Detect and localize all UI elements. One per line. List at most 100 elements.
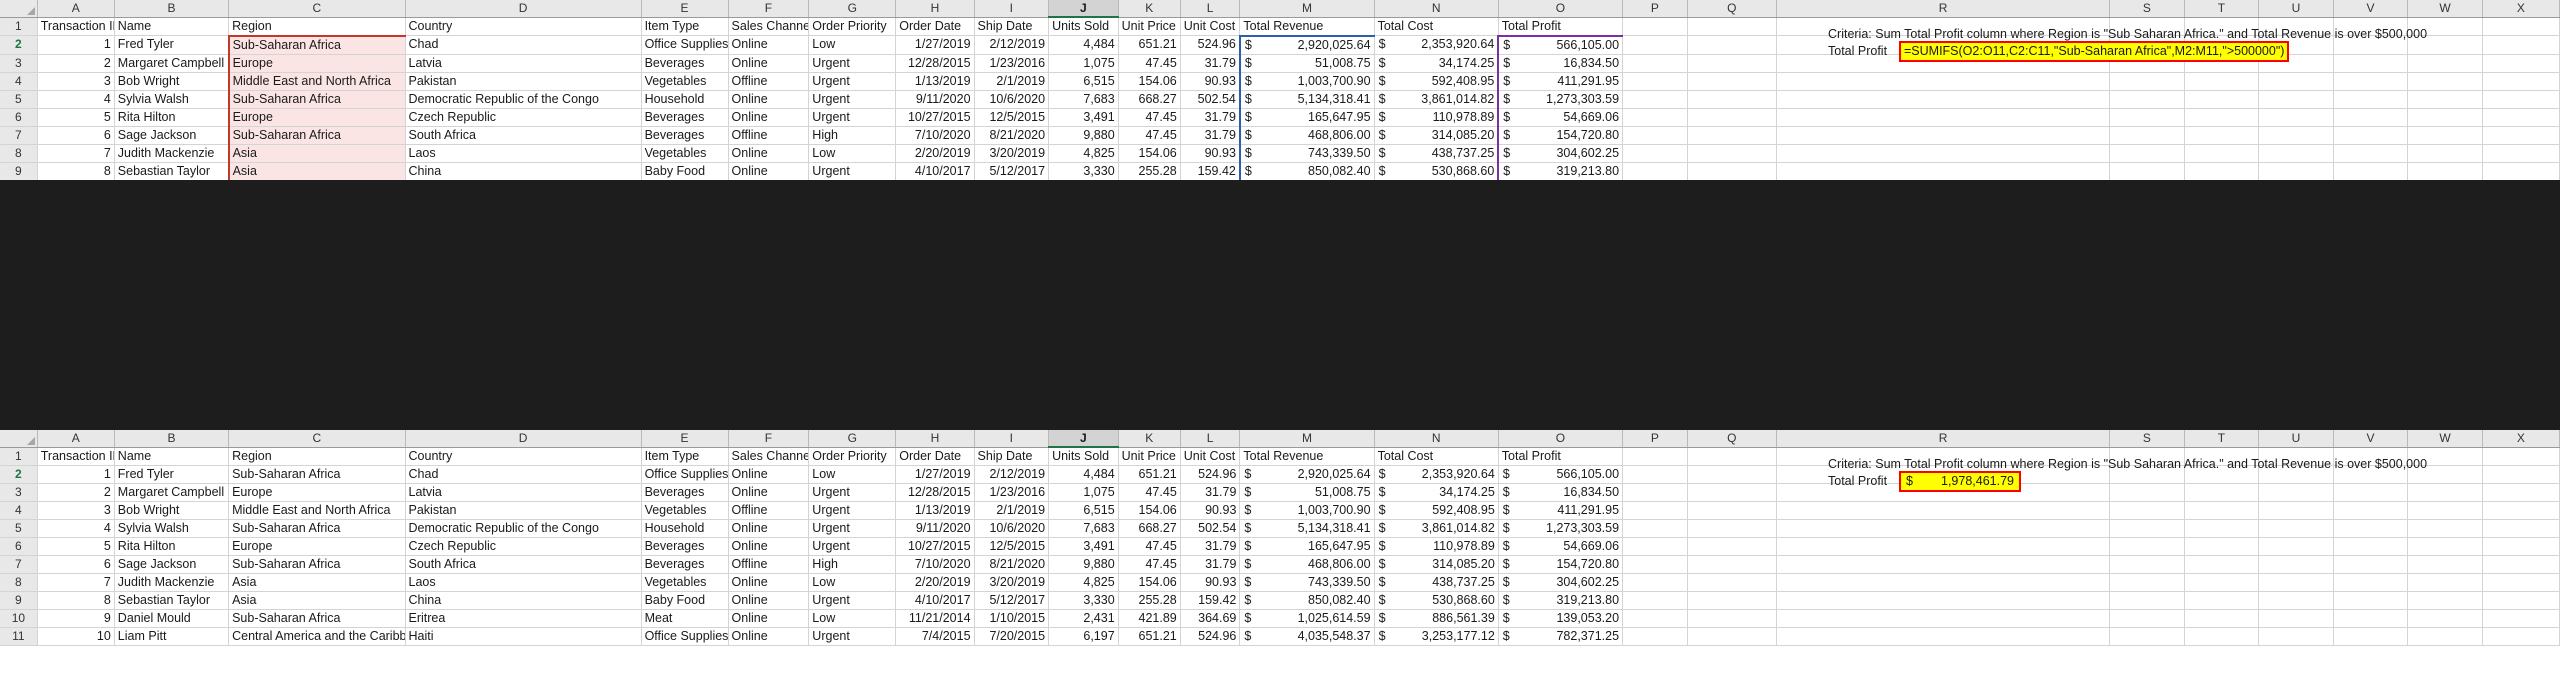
cell-N2[interactable]: $2,353,920.64 (1374, 465, 1499, 484)
cell-I4[interactable]: 2/1/2019 (974, 72, 1050, 91)
cell-I4[interactable]: 2/1/2019 (974, 501, 1050, 520)
cell-H9[interactable]: 4/10/2017 (895, 591, 975, 610)
cell-D3[interactable]: Latvia (405, 483, 642, 502)
cell-L6[interactable]: 31.79 (1180, 537, 1241, 556)
cell-H7[interactable]: 7/10/2020 (895, 126, 975, 145)
cell-J4[interactable]: 6,515 (1048, 72, 1119, 91)
cell-A7[interactable]: 6 (37, 555, 115, 574)
cell-I7[interactable]: 8/21/2020 (974, 555, 1050, 574)
cell-U9[interactable] (2258, 162, 2334, 181)
col-header-F[interactable]: F (728, 0, 810, 18)
cell-O6[interactable]: $54,669.06 (1498, 537, 1624, 556)
cell-H4[interactable]: 1/13/2019 (895, 72, 975, 91)
cell-D8[interactable]: Laos (405, 573, 642, 592)
cell-O10[interactable]: $139,053.20 (1498, 609, 1624, 628)
cell-E3[interactable]: Beverages (641, 483, 729, 502)
table-row[interactable]: 7 6 Sage Jackson Sub-Saharan Africa South Af… (0, 126, 2560, 145)
cell-P8[interactable] (1622, 573, 1688, 592)
cell-A6[interactable]: 5 (37, 537, 115, 556)
cell-I8[interactable]: 3/20/2019 (974, 144, 1050, 163)
cell-F5[interactable]: Online (728, 90, 810, 109)
cell-X8[interactable] (2482, 573, 2560, 592)
cell-W3[interactable] (2407, 483, 2483, 502)
cell-S8[interactable] (2109, 144, 2185, 163)
col-header-W[interactable]: W (2407, 0, 2483, 18)
cell-Q4[interactable] (1687, 501, 1778, 520)
cell-E9[interactable]: Baby Food (641, 162, 729, 181)
cell-G5[interactable]: Urgent (808, 90, 897, 109)
col-header-H[interactable]: H (895, 0, 975, 18)
cell-K2[interactable]: 651.21 (1118, 35, 1181, 55)
col-header-B[interactable]: B (114, 0, 230, 18)
cell-T8[interactable] (2184, 144, 2260, 163)
cell-O8[interactable]: $304,602.25 (1498, 573, 1624, 592)
cell-W9[interactable] (2407, 591, 2483, 610)
cell-S9[interactable] (2109, 162, 2185, 181)
cell-L8[interactable]: 90.93 (1180, 573, 1241, 592)
table-row[interactable]: 6 5 Rita Hilton Europe Czech Republic Beverag… (0, 537, 2560, 556)
cell-A5[interactable]: 4 (37, 90, 115, 109)
row-header-7[interactable]: 7 (0, 126, 38, 145)
col-header-I[interactable]: I (974, 0, 1050, 18)
cell-A4[interactable]: 3 (37, 501, 115, 520)
cell-E11[interactable]: Office Supplies (641, 627, 729, 646)
cell-G4[interactable]: Urgent (808, 501, 897, 520)
cell-F6[interactable]: Online (728, 108, 810, 127)
col-header-K[interactable]: K (1118, 0, 1181, 18)
worksheet-pane-bottom[interactable]: A B C D E F G H I J K L M N O P Q R S T (0, 430, 2560, 685)
cell-A9[interactable]: 8 (37, 162, 115, 181)
cell-W8[interactable] (2407, 573, 2483, 592)
cell-N4[interactable]: $592,408.95 (1374, 72, 1499, 91)
cell-B8[interactable]: Judith Mackenzie (114, 573, 230, 592)
cell-C7[interactable]: Sub-Saharan Africa (228, 555, 406, 574)
cell-K11[interactable]: 651.21 (1118, 627, 1181, 646)
cell-B4[interactable]: Bob Wright (114, 72, 230, 91)
cell-I5[interactable]: 10/6/2020 (974, 90, 1050, 109)
cell-B3[interactable]: Margaret Campbell (114, 54, 230, 73)
cell-O2[interactable]: $566,105.00 (1498, 465, 1624, 484)
cell-H10[interactable]: 11/21/2014 (895, 609, 975, 628)
cell-V10[interactable] (2333, 609, 2409, 628)
cell-P2[interactable] (1622, 35, 1688, 55)
cell-A7[interactable]: 6 (37, 126, 115, 145)
cell-L4[interactable]: 90.93 (1180, 72, 1241, 91)
col-header-S[interactable]: S (2109, 430, 2185, 448)
cell-V6[interactable] (2333, 537, 2409, 556)
select-all-corner[interactable] (0, 0, 38, 18)
cell-W4[interactable] (2407, 501, 2483, 520)
cell-M6[interactable]: $165,647.95 (1239, 537, 1375, 556)
cell-I1[interactable]: Ship Date (974, 17, 1050, 36)
col-header-H[interactable]: H (895, 430, 975, 448)
cell-F7[interactable]: Offline (728, 555, 810, 574)
row-header-9[interactable]: 9 (0, 162, 38, 181)
cell-O8[interactable]: $304,602.25 (1497, 144, 1624, 163)
cell-M4[interactable]: $1,003,700.90 (1239, 501, 1375, 520)
cell-G2[interactable]: Low (808, 465, 897, 484)
cell-L3[interactable]: 31.79 (1180, 54, 1241, 73)
cell-E1[interactable]: Item Type (641, 17, 729, 36)
cell-G6[interactable]: Urgent (808, 537, 897, 556)
cell-L8[interactable]: 90.93 (1180, 144, 1241, 163)
cell-R6[interactable] (1776, 537, 2111, 556)
cell-A8[interactable]: 7 (37, 573, 115, 592)
cell-F2[interactable]: Online (728, 465, 810, 484)
cell-G7[interactable]: High (808, 555, 897, 574)
cell-F4[interactable]: Offline (728, 72, 810, 91)
row-header-6[interactable]: 6 (0, 108, 38, 127)
cell-A1[interactable]: Transaction ID (37, 447, 115, 466)
cell-S9[interactable] (2109, 591, 2185, 610)
col-header-G[interactable]: G (808, 430, 897, 448)
cell-C8[interactable]: Asia (228, 573, 406, 592)
cell-E4[interactable]: Vegetables (641, 501, 729, 520)
cell-I9[interactable]: 5/12/2017 (974, 162, 1050, 181)
cell-E8[interactable]: Vegetables (641, 144, 729, 163)
cell-N1[interactable]: Total Cost (1374, 447, 1499, 466)
cell-C4[interactable]: Middle East and North Africa (227, 72, 406, 91)
cell-V3[interactable] (2333, 54, 2409, 73)
cell-C6[interactable]: Europe (227, 108, 406, 127)
table-row[interactable]: 4 3 Bob Wright Middle East and North Africa… (0, 72, 2560, 91)
table-row[interactable]: 8 7 Judith Mackenzie Asia Laos Vegetables Onli… (0, 573, 2560, 592)
cell-F9[interactable]: Online (728, 162, 810, 181)
cell-U7[interactable] (2258, 555, 2334, 574)
cell-L10[interactable]: 364.69 (1180, 609, 1241, 628)
